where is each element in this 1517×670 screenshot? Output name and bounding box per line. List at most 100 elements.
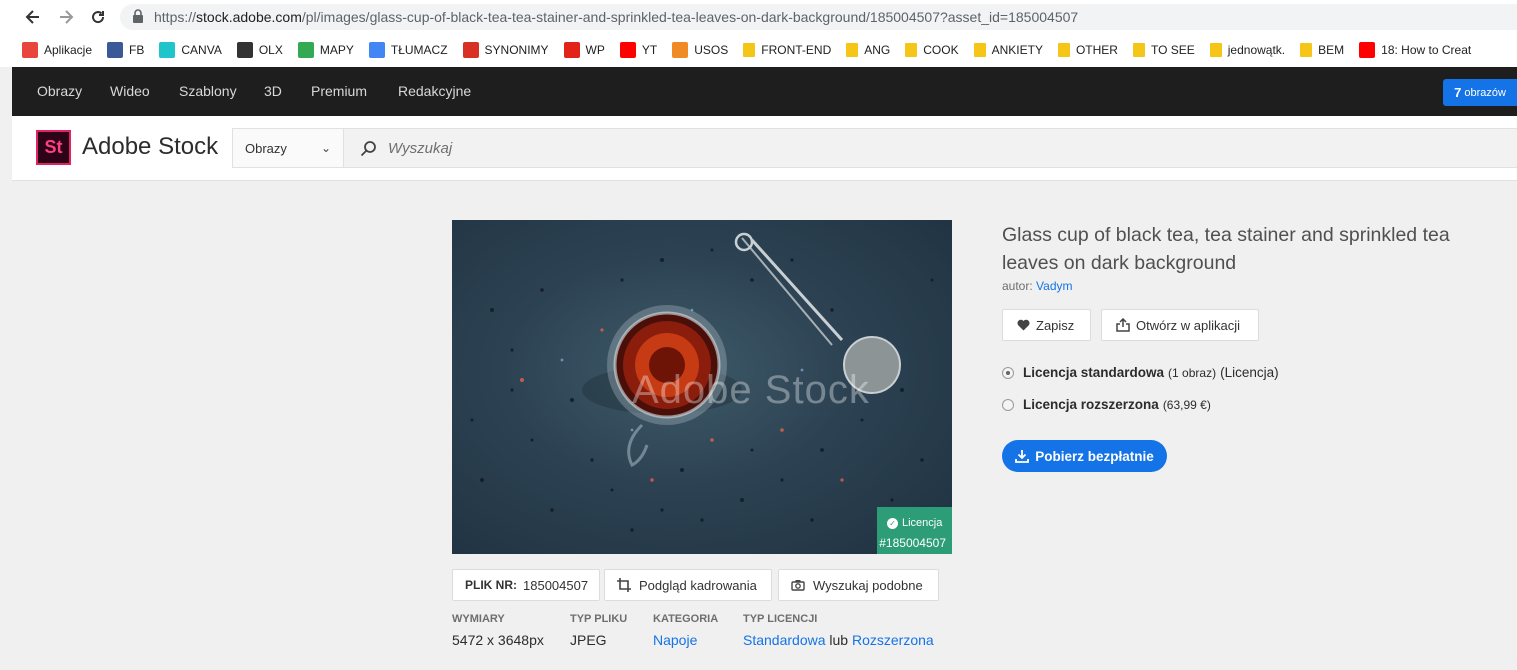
dimensions-value: 5472 x 3648px <box>452 632 544 648</box>
radio-extended[interactable] <box>1002 398 1014 411</box>
bookmark-item[interactable]: SYNONIMY <box>462 42 549 58</box>
search-icon <box>360 141 376 157</box>
bookmark-item[interactable]: Aplikacje <box>22 42 92 58</box>
address-bar[interactable]: https://stock.adobe.com/pl/images/glass-… <box>120 4 1517 30</box>
author-line: autor: Vadym <box>1002 279 1073 293</box>
bookmark-item[interactable]: MAPY <box>297 42 354 58</box>
open-in-app-button[interactable]: Otwórz w aplikacji <box>1101 309 1259 341</box>
license-extended-link[interactable]: Rozszerzona <box>852 632 934 648</box>
download-free-label: Pobierz bezpłatnie <box>1035 448 1154 464</box>
license-type-label: TYP LICENCJI <box>743 613 818 625</box>
license-extended-name: Licencja rozszerzona <box>1023 397 1159 412</box>
youtube-icon <box>619 42 636 58</box>
nav-item-szablony[interactable]: Szablony <box>179 83 237 99</box>
file-number-value: 185004507 <box>523 577 589 593</box>
bookmark-label: ANG <box>864 43 891 57</box>
heart-icon <box>1017 319 1030 331</box>
download-icon <box>1015 449 1030 463</box>
save-label: Zapisz <box>1036 317 1075 333</box>
bookmark-item[interactable]: TŁUMACZ <box>368 42 448 58</box>
bookmark-label: FRONT-END <box>761 43 832 57</box>
back-button[interactable] <box>22 6 44 28</box>
bookmark-item[interactable]: OTHER <box>1057 43 1118 57</box>
license-type-value: Standardowa lub Rozszerzona <box>743 632 934 648</box>
dimensions-label: WYMIARY <box>452 613 505 625</box>
folder-icon <box>1209 43 1222 57</box>
arrow-right-icon <box>60 10 74 24</box>
crop-preview-label: Podgląd kadrowania <box>639 577 757 593</box>
arrow-left-icon <box>25 10 39 24</box>
folder-icon <box>905 43 918 57</box>
file-number-label: PLIK NR: <box>465 578 517 592</box>
file-number-box: PLIK NR: 185004507 <box>452 569 600 601</box>
file-type-label: TYP PLIKU <box>570 613 628 625</box>
asset-id-label: #185004507 <box>879 536 946 550</box>
bookmark-item[interactable]: FB <box>107 42 144 58</box>
bookmark-label: CANVA <box>181 43 222 57</box>
apps-grid-icon <box>22 42 38 58</box>
license-or-text: lub <box>829 632 849 648</box>
adobe-stock-logo[interactable]: St <box>36 130 71 165</box>
file-type-value: JPEG <box>570 632 607 648</box>
bookmark-item[interactable]: OLX <box>236 42 283 58</box>
bookmark-item[interactable]: COOK <box>905 43 959 57</box>
watermark-text: Adobe Stock <box>632 368 870 412</box>
bookmark-item[interactable]: USOS <box>672 42 728 58</box>
category-link[interactable]: Napoje <box>653 632 697 648</box>
author-link[interactable]: Vadym <box>1036 279 1072 293</box>
radio-standard[interactable] <box>1002 366 1014 379</box>
asset-preview-image[interactable]: Adobe Stock ✓ Licencja #185004507 <box>452 220 952 554</box>
bookmark-item[interactable]: jednowątk. <box>1209 43 1286 57</box>
olx-icon <box>236 42 253 58</box>
adobe-top-nav: Obrazy Wideo Szablony 3D Premium Redakcy… <box>12 67 1517 116</box>
asset-type-select[interactable]: Obrazy ⌄ <box>232 128 343 168</box>
maps-icon <box>297 42 314 58</box>
bookmark-label: jednowątk. <box>1227 43 1286 57</box>
facebook-icon <box>107 42 124 58</box>
license-standard-link[interactable]: Standardowa <box>743 632 826 648</box>
search-input[interactable] <box>388 137 988 159</box>
bookmark-item[interactable]: TO SEE <box>1132 43 1195 57</box>
forward-button[interactable] <box>55 6 77 28</box>
nav-item-obrazy[interactable]: Obrazy <box>37 83 82 99</box>
save-button[interactable]: Zapisz <box>1002 309 1091 341</box>
bookmark-item[interactable]: CANVA <box>159 42 222 58</box>
cart-count-button[interactable]: 7 obrazów <box>1443 79 1517 106</box>
bookmark-label: FB <box>129 43 145 57</box>
bookmark-label: Aplikacje <box>44 43 93 57</box>
bookmark-item[interactable]: FRONT-END <box>743 43 831 57</box>
bookmark-item[interactable]: WP <box>563 42 605 58</box>
download-free-button[interactable]: Pobierz bezpłatnie <box>1002 440 1167 472</box>
brand-name[interactable]: Adobe Stock <box>82 133 218 161</box>
bookmark-item[interactable]: YT <box>619 42 657 58</box>
nav-item-redakcyjne[interactable]: Redakcyjne <box>398 83 471 99</box>
nav-item-3d[interactable]: 3D <box>264 83 282 99</box>
cart-count-number: 7 <box>1454 85 1462 100</box>
find-similar-button[interactable]: Wyszukaj podobne <box>778 569 939 601</box>
folder-icon <box>1300 43 1313 57</box>
bookmark-item[interactable]: 18: How to Creat <box>1359 42 1471 58</box>
license-extended-option[interactable]: Licencja rozszerzona (63,99 €) <box>1002 397 1215 412</box>
reload-icon <box>92 11 105 24</box>
nav-item-wideo[interactable]: Wideo <box>110 83 150 99</box>
chevron-down-icon: ⌄ <box>320 141 331 155</box>
bookmark-label: TO SEE <box>1150 43 1195 57</box>
bookmark-item[interactable]: ANG <box>846 43 890 57</box>
nav-item-premium[interactable]: Premium <box>311 83 367 99</box>
bookmark-label: BEM <box>1318 43 1345 57</box>
search-header: St Adobe Stock Obrazy ⌄ <box>12 116 1517 181</box>
crop-preview-button[interactable]: Podgląd kadrowania <box>604 569 772 601</box>
category-label: KATEGORIA <box>653 613 719 625</box>
open-in-app-label: Otwórz w aplikacji <box>1136 317 1241 333</box>
license-extended-price: (63,99 €) <box>1162 397 1211 412</box>
bookmark-label: TŁUMACZ <box>390 43 448 57</box>
bookmark-item[interactable]: BEM <box>1300 43 1344 57</box>
folder-icon <box>973 43 986 57</box>
bookmark-label: SYNONIMY <box>484 43 549 57</box>
reload-button[interactable] <box>87 6 109 28</box>
license-standard-qty: (1 obraz) <box>1168 365 1217 380</box>
category-link-wrap: Napoje <box>653 632 697 648</box>
license-standard-option[interactable]: Licencja standardowa (1 obraz) (Licencja… <box>1002 365 1279 380</box>
bookmark-item[interactable]: ANKIETY <box>973 43 1043 57</box>
license-standard-extra: (Licencja) <box>1220 365 1279 380</box>
